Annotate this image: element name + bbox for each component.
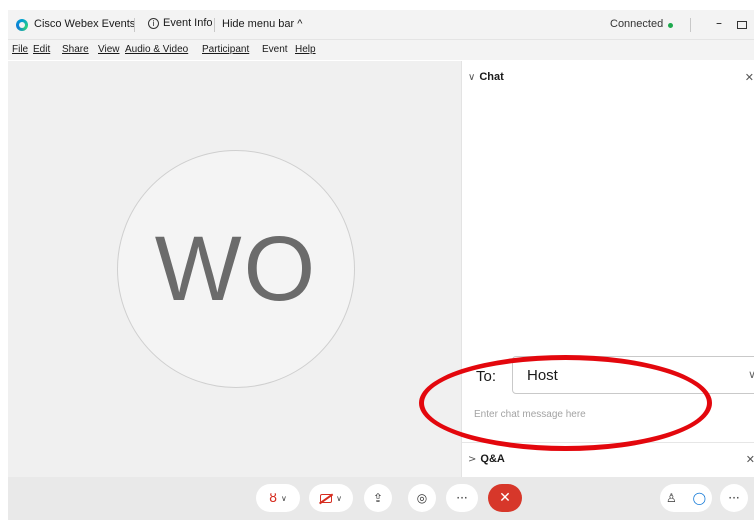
menu-help[interactable]: Help: [295, 44, 316, 55]
minimize-icon[interactable]: –: [716, 16, 722, 30]
title-separator: [214, 18, 215, 32]
chevron-down-icon: ∨: [336, 493, 342, 503]
title-separator: [690, 18, 691, 32]
connection-status: Connected: [610, 18, 664, 30]
menu-edit[interactable]: Edit: [33, 44, 50, 55]
webex-logo-icon: [16, 19, 28, 31]
title-bar: Cisco Webex Events i Event Info Hide men…: [8, 10, 754, 40]
recipient-value: Host: [527, 367, 558, 384]
mute-button[interactable]: ȣ ∨: [256, 484, 300, 512]
event-info-button[interactable]: i Event Info: [148, 17, 213, 29]
menu-audio-video[interactable]: Audio & Video: [125, 44, 188, 55]
event-info-label: Event Info: [163, 17, 213, 29]
chat-icon[interactable]: ◯: [693, 491, 706, 505]
video-off-icon: [320, 493, 333, 503]
more-icon: ···: [728, 491, 740, 505]
avatar-initials: WO: [154, 217, 318, 320]
chevron-right-icon: >: [468, 453, 477, 465]
share-button[interactable]: ⇪: [364, 484, 392, 512]
chevron-down-icon: ∨: [748, 368, 754, 381]
close-qa-icon[interactable]: ✕: [746, 453, 754, 466]
avatar: WO: [117, 150, 355, 388]
to-label: To:: [476, 368, 497, 385]
mic-muted-icon: ȣ: [269, 490, 278, 506]
video-stage: WO: [8, 61, 461, 477]
video-button[interactable]: ∨: [309, 484, 353, 512]
chat-message-input[interactable]: [474, 403, 744, 425]
qa-header: > Q&A: [468, 453, 505, 465]
info-icon: i: [148, 17, 159, 29]
chat-panel-header[interactable]: ∨ Chat: [468, 71, 504, 83]
menu-event[interactable]: Event: [262, 44, 288, 55]
chat-title: Chat: [479, 71, 504, 83]
menu-participant[interactable]: Participant: [202, 44, 249, 55]
menu-file[interactable]: File: [12, 44, 28, 55]
close-chat-icon[interactable]: ✕: [745, 71, 754, 84]
title-separator: [134, 18, 135, 32]
share-icon: ⇪: [372, 491, 384, 505]
end-meeting-icon: ✕: [499, 490, 511, 506]
record-button[interactable]: ◎: [408, 484, 436, 512]
more-panels-button[interactable]: ···: [720, 484, 748, 512]
maximize-icon[interactable]: [737, 21, 747, 29]
menu-bar: File Edit Share View Audio & Video Parti…: [8, 40, 754, 60]
meeting-controls: ȣ ∨ ∨ ⇪ ◎ ··· ✕ ♙ ◯ ···: [8, 477, 754, 520]
menu-share[interactable]: Share: [62, 44, 89, 55]
hide-menu-bar-button[interactable]: Hide menu bar ^: [222, 18, 302, 30]
qa-title: Q&A: [480, 453, 505, 465]
app-title: Cisco Webex Events: [34, 18, 136, 30]
side-panel: ∨ Chat ✕ To: Host ∨ > Q&A ✕: [461, 61, 754, 477]
record-icon: ◎: [416, 491, 428, 505]
qa-panel-header[interactable]: > Q&A ✕: [462, 442, 754, 477]
more-options-button[interactable]: ···: [446, 484, 478, 512]
panel-toggles: ♙ ◯: [660, 484, 712, 512]
recipient-select[interactable]: Host ∨: [512, 356, 754, 394]
menu-view[interactable]: View: [98, 44, 120, 55]
more-icon: ···: [456, 491, 468, 505]
chevron-down-icon: ∨: [468, 71, 476, 83]
participants-icon[interactable]: ♙: [666, 491, 677, 505]
end-meeting-button[interactable]: ✕: [488, 484, 522, 512]
connected-dot-icon: [668, 23, 673, 28]
chevron-down-icon: ∨: [281, 493, 287, 503]
